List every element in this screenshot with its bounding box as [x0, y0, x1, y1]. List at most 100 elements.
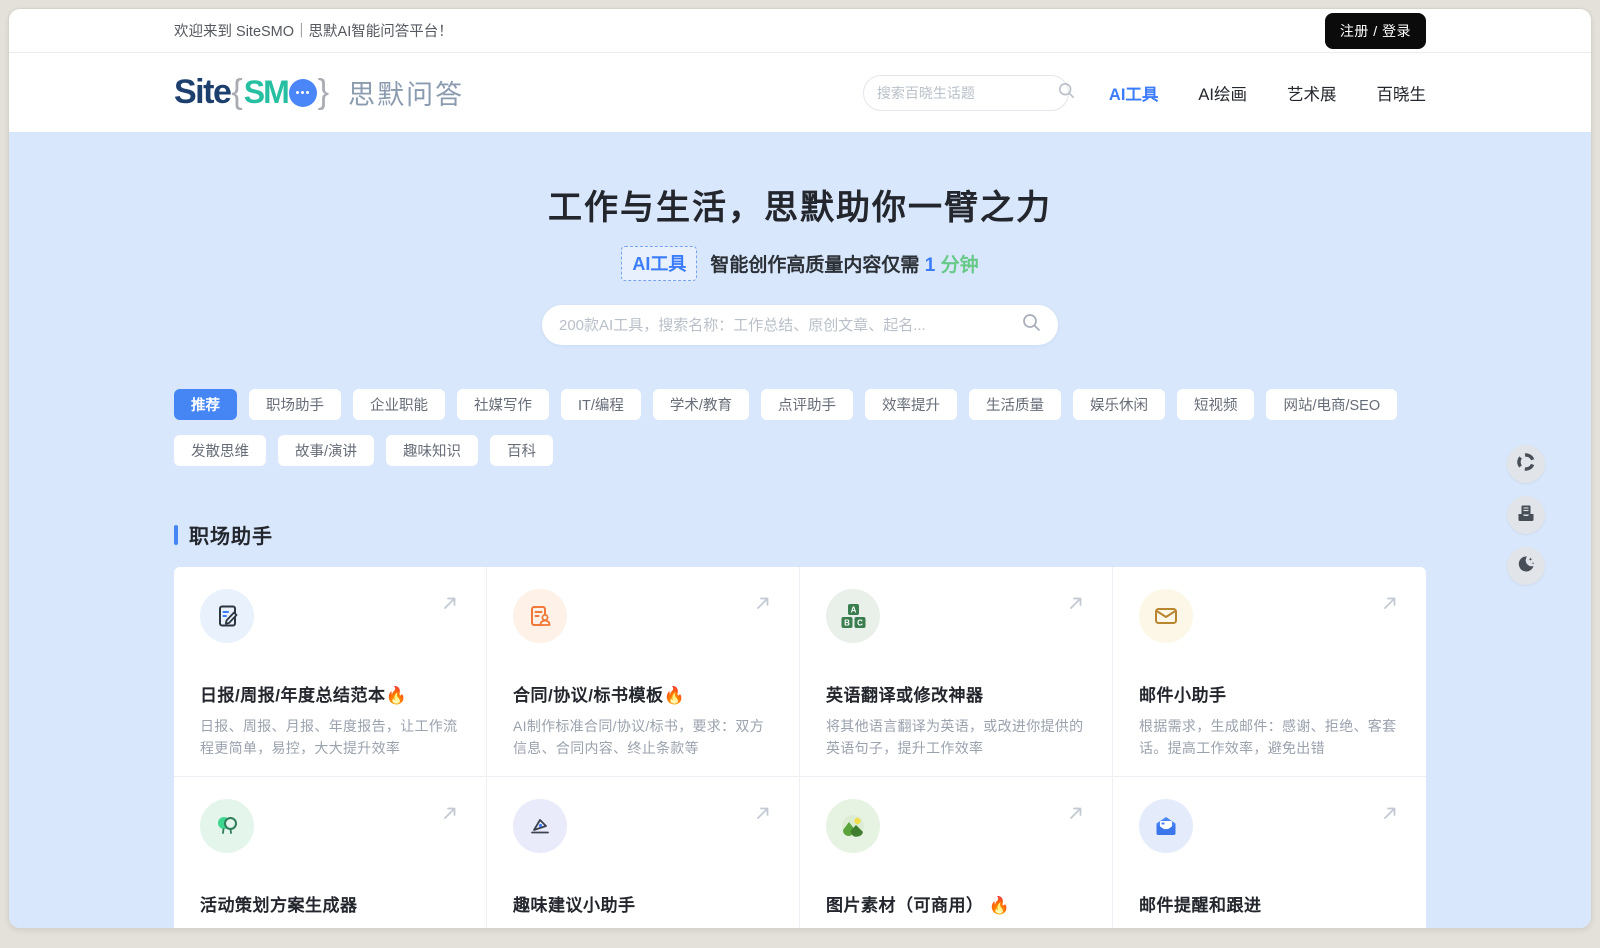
- filter-story-speech[interactable]: 故事/演讲: [278, 435, 374, 466]
- filter-efficiency[interactable]: 效率提升: [865, 389, 957, 420]
- card-description: 日报、周报、月报、年度报告，让工作流程更简单，易控，大大提升效率: [200, 716, 460, 759]
- header-right-group: AI工具 AI绘画 艺术展 百晓生: [863, 75, 1426, 111]
- main-header: Site { SM } 思默问答 AI工具 AI绘画 艺术展 百晓生: [9, 53, 1591, 132]
- subtitle-unit: 分钟: [941, 255, 979, 276]
- filter-life-quality[interactable]: 生活质量: [969, 389, 1061, 420]
- filter-social-writing[interactable]: 社媒写作: [457, 389, 549, 420]
- filter-short-video[interactable]: 短视频: [1177, 389, 1255, 420]
- register-login-button[interactable]: 注册 / 登录: [1325, 13, 1426, 49]
- open-arrow-icon[interactable]: [1066, 593, 1086, 618]
- card-title: 合同/协议/标书模板🔥: [513, 681, 773, 706]
- nav-ai-painting[interactable]: AI绘画: [1198, 81, 1247, 105]
- filter-workplace[interactable]: 职场助手: [249, 389, 341, 420]
- card-description: 利用unsplash网络图库，让AI生成20张: [826, 926, 1086, 929]
- refresh-icon: [1515, 451, 1537, 478]
- hero-section: 工作与生活，思默助你一臂之力 AI工具 智能创作高质量内容仅需 1 分钟 推荐 …: [9, 132, 1591, 929]
- chat-bubble-icon: [289, 79, 317, 107]
- section-accent-bar: [174, 525, 178, 545]
- card-description: 将其他语言翻译为英语，或改进你提供的英语句子，提升工作效率: [826, 716, 1086, 759]
- nav-baixiaosheng[interactable]: 百晓生: [1377, 81, 1427, 105]
- card-description: 根据需求，生成邮件：感谢、拒绝、客套话。提高工作效率，避免出错: [1139, 716, 1400, 759]
- open-arrow-icon[interactable]: [1380, 593, 1400, 618]
- filter-row-1: 推荐 职场助手 企业职能 社媒写作 IT/编程 学术/教育 点评助手 效率提升 …: [174, 389, 1426, 420]
- mail-open-icon: [1139, 799, 1193, 853]
- browser-window: 欢迎来到 SiteSMO｜思默AI智能问答平台！ 注册 / 登录 Site { …: [8, 8, 1592, 929]
- landscape-image-icon: [826, 799, 880, 853]
- welcome-text: 欢迎来到 SiteSMO｜思默AI智能问答平台！: [174, 20, 453, 41]
- refresh-button[interactable]: [1507, 445, 1545, 483]
- search-icon: [1058, 82, 1075, 104]
- tool-card-email-followup[interactable]: 邮件提醒和跟进 在会议或面试结束后，给对方发送一封: [1113, 777, 1426, 929]
- inbox-button[interactable]: [1507, 496, 1545, 534]
- tool-search-input[interactable]: [559, 317, 1022, 334]
- filter-web-ecommerce-seo[interactable]: 网站/电商/SEO: [1266, 389, 1397, 420]
- tool-card-contract-template[interactable]: 合同/协议/标书模板🔥 AI制作标准合同/协议/标书，要求：双方信息、合同内容、…: [487, 567, 800, 777]
- card-title: 活动策划方案生成器: [200, 891, 460, 916]
- filter-academic[interactable]: 学术/教育: [653, 389, 749, 420]
- tool-card-daily-report[interactable]: 日报/周报/年度总结范本🔥 日报、周报、月报、年度报告，让工作流程更简单，易控，…: [174, 567, 487, 777]
- logo-site-text: Site: [174, 73, 230, 112]
- tool-card-fun-advice[interactable]: 趣味建议小助手 根据您想做的事情（比如周年庆祝），: [487, 777, 800, 929]
- site-logo[interactable]: Site { SM } 思默问答: [174, 73, 464, 112]
- open-arrow-icon[interactable]: [1066, 803, 1086, 828]
- card-title: 日报/周报/年度总结范本🔥: [200, 681, 460, 706]
- search-icon[interactable]: [1022, 313, 1041, 337]
- moon-stars-icon: [1516, 554, 1536, 579]
- tool-card-email-helper[interactable]: 邮件小助手 根据需求，生成邮件：感谢、拒绝、客套话。提高工作效率，避免出错: [1113, 567, 1426, 777]
- open-arrow-icon[interactable]: [753, 803, 773, 828]
- inbox-icon: [1516, 503, 1536, 528]
- subtitle-text: 智能创作高质量内容仅需 1 分钟: [710, 250, 978, 277]
- logo-chinese-name: 思默问答: [348, 73, 464, 112]
- section-title: 职场助手: [189, 520, 273, 549]
- ai-tools-badge[interactable]: AI工具: [621, 246, 697, 281]
- card-description: 根据主题生成活动策划案，有助于规划: [200, 926, 460, 929]
- tool-card-grid: 日报/周报/年度总结范本🔥 日报、周报、月报、年度报告，让工作流程更简单，易控，…: [174, 567, 1426, 929]
- logo-brace-close: }: [318, 73, 329, 112]
- svg-text:C: C: [857, 619, 863, 628]
- hero-subtitle: AI工具 智能创作高质量内容仅需 1 分钟: [9, 246, 1591, 281]
- section-header: 职场助手: [174, 520, 1426, 549]
- filter-review[interactable]: 点评助手: [761, 389, 853, 420]
- card-title: 英语翻译或修改神器: [826, 681, 1086, 706]
- tool-card-english-translate[interactable]: A B C 英语翻译或修改神器 将其他语言翻译为英语，或改进你提供的英语句子，提…: [800, 567, 1113, 777]
- abc-blocks-icon: A B C: [826, 589, 880, 643]
- tool-card-event-planner[interactable]: 活动策划方案生成器 根据主题生成活动策划案，有助于规划: [174, 777, 487, 929]
- card-description: 根据您想做的事情（比如周年庆祝），: [513, 926, 773, 929]
- contract-icon: [513, 589, 567, 643]
- card-description: AI制作标准合同/协议/标书，要求：双方信息、合同内容、终止条款等: [513, 716, 773, 759]
- filter-divergent-thinking[interactable]: 发散思维: [174, 435, 266, 466]
- subtitle-number: 1: [925, 255, 936, 276]
- card-title: 趣味建议小助手: [513, 891, 773, 916]
- card-description: 在会议或面试结束后，给对方发送一封: [1139, 926, 1400, 929]
- filter-recommended[interactable]: 推荐: [174, 389, 237, 420]
- filter-encyclopedia[interactable]: 百科: [490, 435, 553, 466]
- category-filters: 推荐 职场助手 企业职能 社媒写作 IT/编程 学术/教育 点评助手 效率提升 …: [174, 389, 1426, 466]
- svg-text:A: A: [851, 606, 857, 615]
- tool-search-bar[interactable]: [542, 305, 1058, 345]
- nav-art-exhibition[interactable]: 艺术展: [1287, 81, 1337, 105]
- filter-fun-knowledge[interactable]: 趣味知识: [386, 435, 478, 466]
- logo-brace-open: {: [231, 73, 242, 112]
- envelope-icon: [1139, 589, 1193, 643]
- card-title: 邮件小助手: [1139, 681, 1400, 706]
- dark-mode-button[interactable]: [1507, 547, 1545, 585]
- filter-enterprise[interactable]: 企业职能: [353, 389, 445, 420]
- open-arrow-icon[interactable]: [440, 803, 460, 828]
- top-utility-bar: 欢迎来到 SiteSMO｜思默AI智能问答平台！ 注册 / 登录: [9, 9, 1591, 53]
- topic-search-input[interactable]: [877, 85, 1058, 101]
- filter-entertainment[interactable]: 娱乐休闲: [1073, 389, 1165, 420]
- svg-text:B: B: [844, 619, 850, 628]
- hero-title: 工作与生活，思默助你一臂之力: [9, 132, 1591, 229]
- open-arrow-icon[interactable]: [440, 593, 460, 618]
- nav-ai-tools[interactable]: AI工具: [1109, 81, 1159, 105]
- floating-action-buttons: [1507, 445, 1545, 585]
- pen-icon: [513, 799, 567, 853]
- open-arrow-icon[interactable]: [1380, 803, 1400, 828]
- open-arrow-icon[interactable]: [753, 593, 773, 618]
- filter-it-coding[interactable]: IT/编程: [561, 389, 641, 420]
- topic-search[interactable]: [863, 75, 1069, 111]
- report-edit-icon: [200, 589, 254, 643]
- tool-card-image-material[interactable]: 图片素材（可商用） 🔥 利用unsplash网络图库，让AI生成20张: [800, 777, 1113, 929]
- balloons-icon: [200, 799, 254, 853]
- card-title: 邮件提醒和跟进: [1139, 891, 1400, 916]
